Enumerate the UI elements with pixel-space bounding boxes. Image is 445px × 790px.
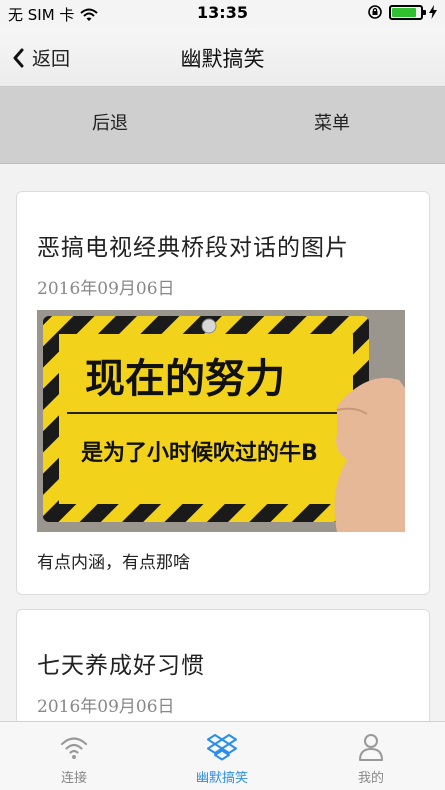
dropbox-icon	[207, 734, 237, 761]
battery-fill	[392, 7, 416, 17]
tab-label: 我的	[357, 771, 384, 786]
chevron-left-icon	[13, 48, 24, 67]
article-card[interactable]: 恶搞电视经典桥段对话的图片 2016年09月06日 现在的努力 是为了小时候吹过…	[16, 191, 430, 595]
article-title: 七天养成好习惯	[37, 653, 205, 679]
article-list: 恶搞电视经典桥段对话的图片 2016年09月06日 现在的努力 是为了小时候吹过…	[0, 175, 445, 721]
article-date: 2016年09月06日	[37, 697, 175, 717]
status-bar: 无 SIM 卡 13:35	[0, 0, 445, 28]
tab-mine[interactable]: 我的	[297, 722, 445, 790]
tab-label: 连接	[60, 771, 87, 786]
sign-text-line1: 现在的努力	[85, 356, 285, 402]
nav-bar: 返回 幽默搞笑	[0, 28, 445, 87]
go-back-button[interactable]: 后退	[92, 109, 128, 135]
menu-button[interactable]: 菜单	[314, 109, 350, 135]
sub-menu-bar: 后退 菜单	[0, 87, 445, 164]
tab-bar: 连接 幽默搞笑 我的	[0, 721, 445, 790]
article-title: 恶搞电视经典桥段对话的图片	[37, 235, 349, 261]
wifi-icon	[60, 737, 88, 759]
article-card[interactable]: 七天养成好习惯 2016年09月06日	[16, 609, 430, 721]
back-button-label: 返回	[32, 48, 71, 70]
rotation-lock-icon	[368, 5, 382, 19]
battery-icon	[389, 4, 426, 20]
user-icon	[359, 734, 383, 761]
charging-icon	[429, 5, 437, 19]
back-button[interactable]: 返回	[12, 44, 70, 71]
tab-humor[interactable]: 幽默搞笑	[148, 722, 296, 790]
article-date: 2016年09月06日	[37, 279, 175, 299]
article-image[interactable]: 现在的努力 是为了小时候吹过的牛B	[37, 310, 405, 532]
warning-sign-image: 现在的努力 是为了小时候吹过的牛B	[37, 310, 405, 532]
tab-connect[interactable]: 连接	[0, 722, 148, 790]
tab-label: 幽默搞笑	[195, 771, 248, 786]
sign-text-line2: 是为了小时候吹过的牛B	[81, 440, 318, 466]
status-right	[367, 4, 437, 20]
article-description: 有点内涵，有点那啥	[37, 553, 190, 573]
